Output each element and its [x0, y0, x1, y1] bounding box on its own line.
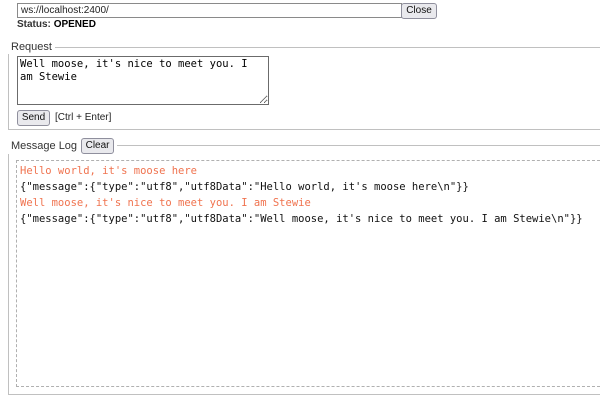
url-input[interactable] — [17, 3, 402, 18]
message-log[interactable]: Hello world, it's moose here {"message":… — [16, 160, 600, 387]
message-log-title: Message Log — [11, 140, 78, 152]
status-value: OPENED — [53, 19, 96, 30]
send-button[interactable]: Send — [17, 110, 50, 126]
message-log-legend: Message Log Clear — [8, 138, 118, 154]
close-button[interactable]: Close — [401, 3, 437, 19]
log-entry-received: {"message":{"type":"utf8","utf8Data":"He… — [20, 181, 469, 193]
status-line: Status: OPENED — [17, 19, 96, 30]
log-entry-sent: Well moose, it's nice to meet you. I am … — [20, 197, 311, 209]
log-entry-sent: Hello world, it's moose here — [20, 165, 198, 177]
request-textarea[interactable]: Well moose, it's nice to meet you. I am … — [17, 56, 269, 105]
log-entry-received: {"message":{"type":"utf8","utf8Data":"We… — [20, 213, 583, 225]
request-legend: Request — [8, 40, 55, 54]
clear-button[interactable]: Clear — [81, 138, 115, 154]
send-shortcut-hint: [Ctrl + Enter] — [55, 112, 112, 123]
websocket-client-page: Close Status: OPENED Request Well moose,… — [0, 0, 600, 400]
status-label: Status: — [17, 19, 51, 30]
